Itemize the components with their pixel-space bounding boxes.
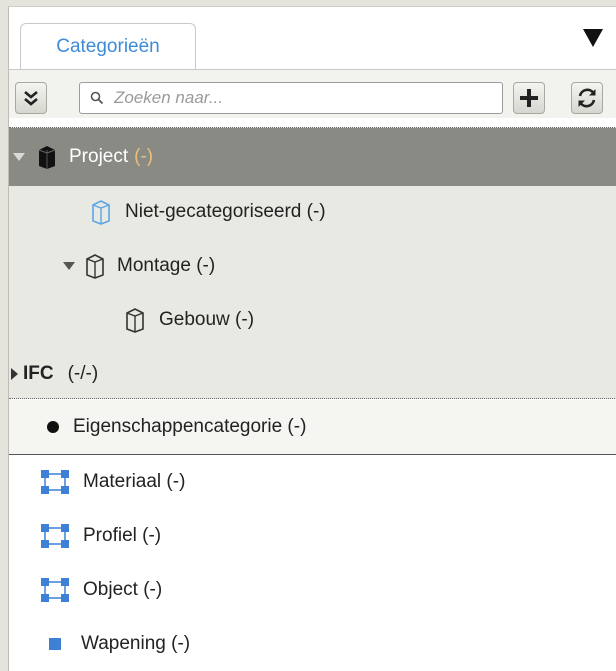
category-tree: Project (-) Niet-gecategoriseerd (-) Mon… [9,127,616,399]
refresh-button[interactable] [571,82,603,114]
tree-item-project[interactable]: Project (-) [9,128,616,186]
tree-item-ifc[interactable]: IFC (-/-) [9,348,616,400]
tree-item-niet-gecategoriseerd-label: Niet-gecategoriseerd (-) [125,201,326,222]
tree-item-montage-label: Montage (-) [117,255,216,276]
list-item-materiaal-label: Materiaal (-) [83,471,186,492]
gebouw-box-icon [126,308,144,333]
collapse-caret-icon[interactable] [11,368,18,380]
tree-item-ifc-label: IFC [23,363,54,384]
expand-caret-icon[interactable] [63,262,75,270]
tree-item-project-count: (-) [134,146,154,167]
tab-bar: Categorieën [9,7,616,69]
tree-item-montage[interactable]: Montage (-) [9,240,616,292]
list-item-wapening[interactable]: Wapening (-) [9,617,616,671]
tree-item-project-label: Project [69,146,129,167]
uncategorized-box-icon [92,200,110,225]
object-frame-icon [41,578,69,602]
panel-menu-dropdown-icon[interactable] [583,29,603,47]
list-item-profiel-label: Profiel (-) [83,525,162,546]
refresh-icon [578,88,596,108]
tree-item-niet-gecategoriseerd[interactable]: Niet-gecategoriseerd (-) [9,186,616,238]
object-frame-icon [41,470,69,494]
list-item-object[interactable]: Object (-) [9,563,616,617]
tree-item-ifc-count: (-/-) [67,363,99,384]
search-icon [90,91,104,105]
list-item-materiaal[interactable]: Materiaal (-) [9,455,616,509]
object-frame-icon [41,524,69,548]
collapse-all-icon [24,91,38,106]
list-item-eigenschappencategorie-label: Eigenschappencategorie (-) [73,416,307,437]
list-item-wapening-label: Wapening (-) [81,633,191,654]
search-field[interactable] [79,82,503,114]
list-item-profiel[interactable]: Profiel (-) [9,509,616,563]
categories-panel: Categorieën Zoeken naar... Project (-) N… [8,6,616,671]
toolbar [9,70,616,118]
tab-categorieen[interactable]: Categorieën [20,23,196,69]
list-item-object-label: Object (-) [83,579,163,600]
tab-categorieen-label: Categorieën [56,35,160,57]
plus-icon [520,89,538,107]
collapse-all-button[interactable] [15,82,47,114]
tree-item-gebouw-label: Gebouw (-) [159,309,255,330]
list-item-eigenschappencategorie[interactable]: Eigenschappencategorie (-) [9,400,616,455]
bullet-icon [47,421,59,433]
search-input[interactable] [114,86,494,110]
add-button[interactable] [513,82,545,114]
montage-box-icon [86,254,104,279]
square-icon [49,638,61,650]
tree-item-gebouw[interactable]: Gebouw (-) [9,294,616,346]
expand-caret-icon[interactable] [13,153,25,161]
project-box-icon [38,146,56,169]
